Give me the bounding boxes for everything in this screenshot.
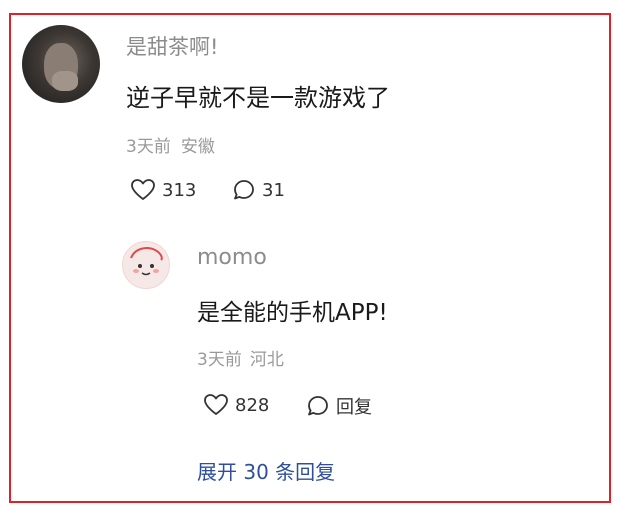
reply-time: 3天前 — [197, 350, 242, 370]
reply-location: 河北 — [249, 350, 284, 370]
reply-button[interactable]: 回复 — [306, 393, 372, 419]
reply-like-button[interactable]: 828 — [203, 393, 269, 417]
comment-like-count: 313 — [162, 179, 197, 201]
comment-bubble-icon — [234, 180, 254, 200]
expand-replies-link[interactable]: 展开 30 条回复 — [197, 456, 335, 485]
comment-time: 3天前 — [126, 137, 171, 157]
comment-meta: 3天前 安徽 — [126, 132, 215, 157]
heart-icon — [204, 394, 228, 415]
reply-meta: 3天前 河北 — [197, 345, 284, 370]
reply-text: 是全能的手机APP! — [197, 300, 388, 326]
comment-reply-count: 31 — [262, 179, 285, 201]
heart-icon — [131, 179, 155, 200]
comment-location: 安徽 — [180, 137, 215, 157]
commenter-username[interactable]: 是甜茶啊! — [126, 31, 218, 61]
reply-avatar[interactable] — [122, 241, 170, 289]
reply-username[interactable]: momo — [197, 245, 267, 270]
comment-text: 逆子早就不是一款游戏了 — [126, 84, 390, 112]
comment-bubble-icon — [308, 396, 328, 416]
reply-like-count: 828 — [235, 394, 270, 416]
comment-like-button[interactable]: 313 — [130, 178, 196, 202]
reply-button-label: 回复 — [336, 397, 372, 418]
commenter-avatar[interactable] — [22, 25, 100, 103]
cartoon-face-icon — [130, 247, 163, 276]
comment-reply-count-button[interactable]: 31 — [232, 178, 285, 202]
